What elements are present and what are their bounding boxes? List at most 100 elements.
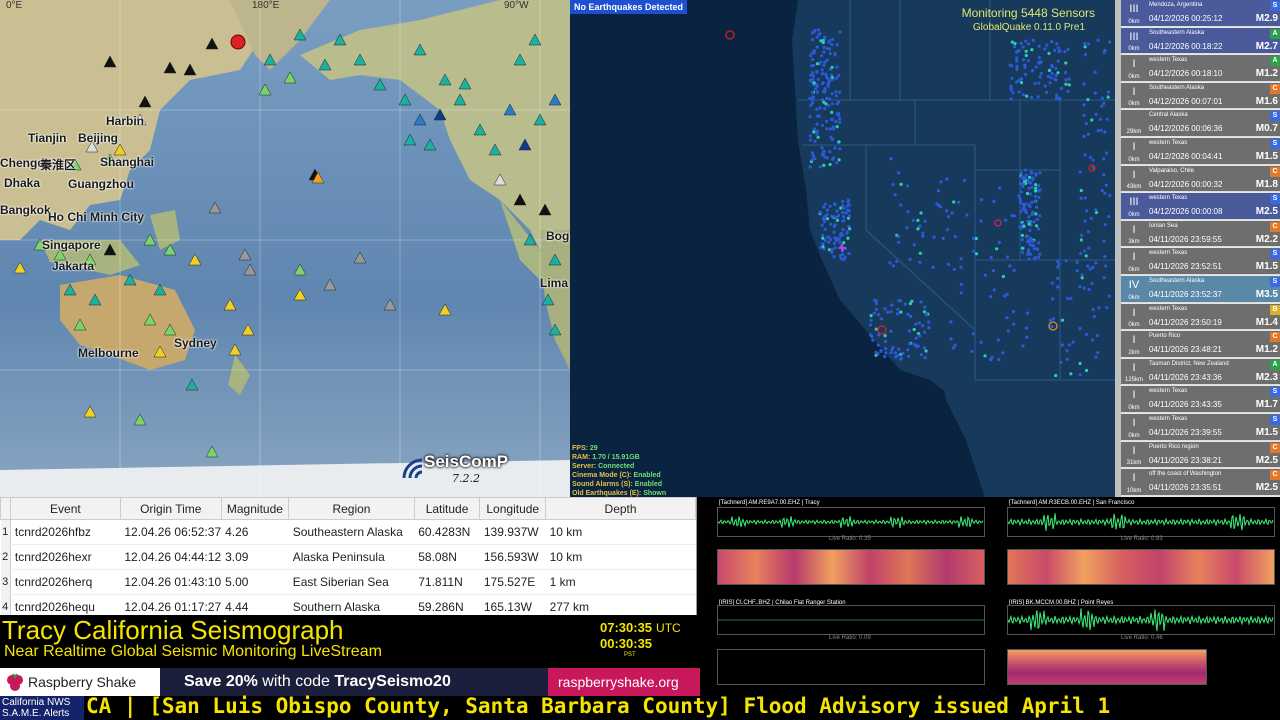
sensor-dot — [889, 329, 893, 333]
live-ratio: Live Ratio: 0.09 — [829, 635, 871, 641]
column-header[interactable]: Magnitude — [220, 497, 290, 520]
sensor-dot — [1056, 259, 1060, 263]
quake-list-item[interactable]: III 0km Southeastern Alaska 04/12/2026 00:1… — [1121, 27, 1280, 55]
sensor-dot — [831, 37, 835, 41]
sensor-dot — [868, 323, 873, 327]
sensor-dot — [953, 235, 957, 239]
column-header[interactable]: Region — [288, 497, 415, 520]
column-header[interactable]: Longitude — [479, 497, 547, 520]
sensor-dot — [903, 302, 907, 306]
cell-mag: 4.26 — [221, 519, 289, 545]
sensor-dot — [1060, 86, 1064, 90]
cell-mag: 5.00 — [221, 569, 289, 595]
quake-list-item[interactable]: III 0km Mendoza, Argentina 04/12/2026 00:25… — [1121, 0, 1280, 27]
raspberry-shake-logo[interactable]: Raspberry Shake — [0, 668, 160, 696]
sensor-dot — [899, 310, 903, 314]
sensor-dot — [1083, 219, 1087, 223]
website-link[interactable]: raspberryshake.org — [548, 668, 700, 696]
sensor-dot — [1054, 373, 1058, 378]
magnitude-label: M2.3 — [1255, 371, 1278, 383]
cell-event: tcnrd2026hexr — [10, 544, 121, 570]
globalquake-version: GlobalQuake 0.11.0 Pre1 — [972, 22, 1085, 33]
sensor-dot — [1103, 223, 1107, 227]
sensor-dot — [1020, 233, 1024, 237]
row-index: 4 — [0, 594, 11, 615]
quake-list-item[interactable]: I 0km western Texas 04/12/2026 00:18:10 A M1.… — [1121, 55, 1280, 82]
sensor-dot — [1083, 249, 1087, 253]
table-row[interactable]: 3 tcnrd2026herq 12.04.26 01:43:10 5.00 East … — [0, 569, 696, 595]
table-row[interactable]: 4 tcnrd2026hequ 12.04.26 01:17:27 4.44 South… — [0, 594, 696, 615]
sensor-dot — [959, 282, 963, 286]
sensor-dot — [1024, 53, 1028, 58]
sensor-dot — [835, 209, 839, 213]
globalquake-map[interactable]: No Earthquakes Detected Monitoring 5448 … — [570, 0, 1115, 497]
sensor-dot — [1021, 184, 1025, 189]
sensor-dot — [1103, 255, 1107, 259]
quake-list-item[interactable]: I 0km western Texas 04/11/2026 23:50:19 B M1.… — [1121, 303, 1280, 331]
sensor-dot — [889, 351, 893, 355]
sensor-dot — [825, 217, 830, 221]
quake-list-item[interactable]: I 2km Puerto Rico 04/11/2026 23:48:21 C M1.2 — [1121, 331, 1280, 358]
sensor-dot — [1066, 47, 1070, 52]
quake-list-item[interactable]: I 0km western Texas 04/11/2026 23:52:51 S M1.… — [1121, 248, 1280, 275]
sensor-dot — [1005, 292, 1009, 296]
earthquake-list[interactable]: III 0km Mendoza, Argentina 04/12/2026 00:25… — [1115, 0, 1280, 497]
quake-list-item[interactable]: IV 0km Southeastern Alaska 04/11/2026 23:52… — [1121, 276, 1280, 303]
quake-list-item[interactable]: I 31km Puerto Rico region 04/11/2026 23:38:… — [1121, 441, 1280, 469]
table-row[interactable]: 1 tcnrd2026hfbz 12.04.26 06:52:37 4.26 South… — [0, 519, 696, 545]
cell-region: East Siberian Sea — [288, 569, 415, 595]
sensor-dot — [924, 349, 928, 353]
quake-list-item[interactable]: I 3km Ionian Sea 04/11/2026 23:59:55 C M2.2 — [1121, 220, 1280, 248]
place-label: Lima — [540, 276, 569, 290]
sensor-dot — [815, 90, 819, 94]
sensor-dot — [1034, 65, 1038, 69]
spectrogram-tracy — [717, 549, 985, 585]
quake-list-item[interactable]: I 0km western Texas 04/11/2026 23:43:35 S M1.… — [1121, 386, 1280, 413]
sensor-dot — [1008, 264, 1012, 268]
quake-list-item[interactable]: III 0km western Texas 04/12/2026 00:00:08 S M… — [1121, 193, 1280, 220]
event-table[interactable]: Event Origin Time Magnitude Region Latit… — [0, 497, 697, 615]
sensor-dot — [1037, 44, 1041, 48]
quake-list-item[interactable]: I 0km western Texas 04/12/2026 00:04:41 S M1.… — [1121, 138, 1280, 165]
seiscomp-world-map[interactable]: 0°E 180°E 90°W Tianjin Beijing Harbin Sh… — [0, 0, 570, 497]
sensor-dot — [821, 39, 825, 43]
sensor-dot — [1051, 297, 1055, 301]
sensor-dot — [1094, 355, 1098, 359]
table-row[interactable]: 2 tcnrd2026hexr 12.04.26 04:44:12 3.09 Alask… — [0, 544, 696, 570]
quake-list-item[interactable]: I 0km western Texas 04/11/2026 23:39:55 S M1.… — [1121, 414, 1280, 441]
sensor-dot — [1031, 176, 1035, 180]
sensor-dot — [812, 130, 816, 134]
region-label: western Texas — [1149, 388, 1188, 395]
quake-list-item[interactable]: I 10km off the coast of Washington 04/11/20… — [1121, 469, 1280, 496]
sensor-dot — [1056, 285, 1060, 289]
sensor-dot — [1089, 155, 1093, 160]
sensor-dot — [1092, 315, 1096, 319]
quake-list-item[interactable]: I 43km Valparaiso, Chile 04/12/2026 00:00:3… — [1121, 165, 1280, 193]
quake-list-item[interactable]: I 0km Southeastern Alaska 04/12/2026 00:07:… — [1121, 82, 1280, 110]
sensor-dot — [825, 119, 829, 123]
sensor-dot — [823, 106, 827, 111]
sensor-dot — [897, 171, 901, 175]
column-header[interactable]: Latitude — [413, 497, 481, 520]
spectrogram-chilao-flat — [717, 649, 985, 685]
sensor-dot — [997, 240, 1001, 245]
quality-badge: S — [1270, 387, 1280, 398]
sensor-dot — [844, 211, 848, 215]
sensor-dot — [1020, 238, 1024, 242]
sensor-dot — [1028, 181, 1032, 185]
depth-label: 10km — [1126, 487, 1142, 494]
quake-list-item[interactable]: I 125km Tasman District, New Zealand 04/11/… — [1121, 358, 1280, 386]
sensor-dot — [834, 239, 838, 243]
sensor-dot — [847, 214, 852, 218]
magnitude-label: M1.8 — [1255, 178, 1278, 190]
depth-label: 125km — [1124, 377, 1143, 384]
sensor-dot — [829, 117, 834, 122]
sensor-dot — [897, 235, 901, 239]
sensor-dot — [1094, 210, 1099, 215]
column-header[interactable]: Origin Time — [119, 497, 222, 520]
column-header[interactable]: Depth — [545, 497, 696, 520]
quake-list-item[interactable]: 29km Central Alaska 04/12/2026 00:06:36 S M0… — [1121, 110, 1280, 137]
column-header[interactable]: Event — [9, 497, 121, 520]
status-line: FPS: 29 — [572, 445, 598, 452]
sensor-dot — [1011, 91, 1015, 95]
